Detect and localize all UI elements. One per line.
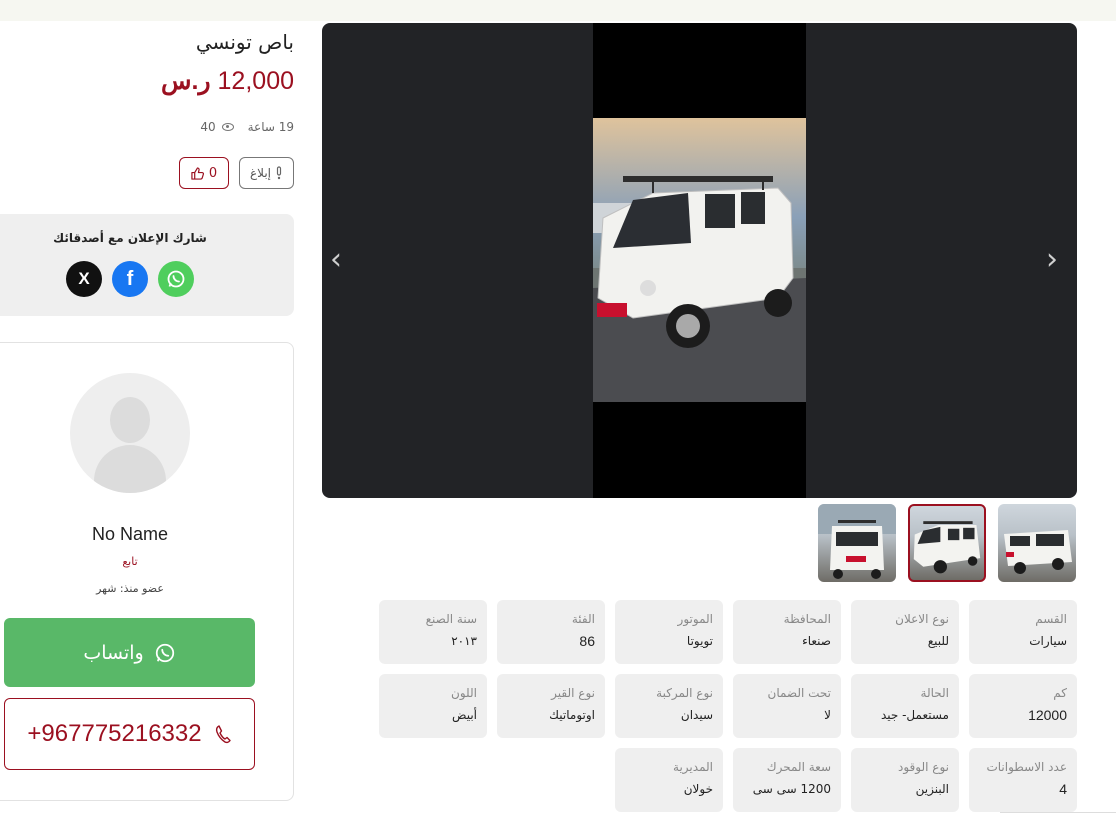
seller-name: No Name: [91, 524, 169, 544]
spec-value: ٢٠١٣: [451, 634, 477, 648]
spec-value: 1200 سى سى: [752, 782, 831, 796]
posted-time: 19 ساعة: [247, 120, 294, 134]
spec-label: نوع الوقود: [898, 760, 949, 774]
spec-value: أبيض: [452, 708, 477, 722]
spec-card: نوع القير اوتوماتيك: [497, 674, 605, 738]
spec-value: تويوتا: [686, 634, 713, 648]
whatsapp-label: واتساب: [83, 641, 144, 664]
eye-icon: [221, 123, 234, 131]
spec-value: 12000: [1028, 707, 1067, 723]
listing-meta: 19 ساعة 40: [200, 120, 294, 134]
spec-card: تحت الضمان لا: [733, 674, 841, 738]
spec-value: صنعاء: [802, 634, 831, 648]
prev-image-button[interactable]: ‹: [330, 245, 354, 275]
spec-label: المديرية: [673, 760, 713, 774]
next-image-button[interactable]: ›: [1046, 245, 1070, 275]
spec-card: الحالة مستعمل- جيد: [851, 674, 959, 738]
spec-card: الفئة 86: [497, 600, 605, 664]
spec-value: اوتوماتيك: [549, 708, 595, 722]
seller-role: تابع: [122, 555, 138, 568]
likes-count: 0: [208, 165, 218, 181]
spec-label: نوع القير: [551, 686, 595, 700]
spec-value: لا: [824, 708, 831, 722]
spec-label: عدد الاسطوانات: [986, 760, 1067, 774]
avatar-head: [110, 397, 150, 443]
x-icon[interactable]: X: [66, 261, 102, 297]
avatar-body: [94, 445, 166, 493]
views-value: 40: [200, 120, 216, 134]
spec-card: القسم سيارات: [969, 600, 1077, 664]
spec-label: الحالة: [920, 686, 949, 700]
spec-card: كم 12000: [969, 674, 1077, 738]
spec-label: سنة الصنع: [425, 612, 477, 626]
report-button[interactable]: إبلاغ: [239, 157, 294, 189]
price-value: 12,000: [217, 67, 294, 95]
seller-member-since: عضو منذ: شهر: [96, 582, 164, 595]
thumbnail-2[interactable]: [908, 504, 986, 582]
spec-value: مستعمل- جيد: [880, 708, 949, 722]
van-photo: [593, 176, 806, 402]
spec-card: نوع الاعلان للبيع: [851, 600, 959, 664]
spec-label: المحافظة: [783, 612, 831, 626]
phone-button[interactable]: +967775216332: [4, 698, 255, 770]
spec-label: الفئة: [571, 612, 595, 626]
thumbnail-1[interactable]: [998, 504, 1076, 582]
phone-number: +967775216332: [27, 720, 202, 747]
spec-card: المديرية خولان: [615, 748, 723, 812]
spec-card: سعة المحرك 1200 سى سى: [733, 748, 841, 812]
spec-value: خولان: [683, 782, 713, 796]
spec-card: الموتور تويوتا: [615, 600, 723, 664]
divider: [1000, 812, 1116, 813]
spec-label: نوع المركبة: [656, 686, 713, 700]
avatar: [70, 373, 190, 493]
thumbnail-3[interactable]: [818, 504, 896, 582]
listing-title: باص تونسي: [195, 30, 294, 54]
spec-card: اللون أبيض: [379, 674, 487, 738]
main-photo: [593, 118, 806, 402]
spec-card: نوع المركبة سيدان: [615, 674, 723, 738]
share-title: شارك الإعلان مع أصدقائك: [53, 231, 207, 245]
spec-value: 4: [1059, 781, 1067, 797]
top-bar: [0, 0, 1116, 21]
spec-label: كم: [1053, 686, 1067, 700]
main-photo-frame: [593, 23, 806, 498]
listing-price: 12,000 ر.س: [161, 66, 294, 96]
spec-label: سعة المحرك: [766, 760, 831, 774]
spec-label: تحت الضمان: [767, 686, 832, 700]
van-thumbnail: [818, 504, 896, 579]
price-currency: ر.س: [161, 67, 211, 95]
spec-label: الموتور: [677, 612, 713, 626]
spec-value: للبيع: [927, 634, 949, 648]
image-gallery[interactable]: ‹ ›: [322, 23, 1077, 498]
spec-card: المحافظة صنعاء: [733, 600, 841, 664]
share-panel: شارك الإعلان مع أصدقائك X f: [0, 214, 294, 316]
views-count: 40: [200, 120, 234, 134]
whatsapp-button[interactable]: واتساب: [4, 618, 255, 687]
spec-value: سيدان: [680, 708, 713, 722]
spec-card: سنة الصنع ٢٠١٣: [379, 600, 487, 664]
facebook-icon[interactable]: f: [112, 261, 148, 297]
phone-icon: [215, 725, 231, 744]
van-thumbnail: [913, 521, 981, 574]
exclamation-icon: [276, 166, 282, 180]
spec-card: عدد الاسطوانات 4: [969, 748, 1077, 812]
spec-value: سيارات: [1029, 634, 1067, 648]
spec-value: 86: [579, 633, 595, 649]
whatsapp-icon[interactable]: [158, 261, 194, 297]
whatsapp-icon: [155, 643, 174, 662]
spec-label: نوع الاعلان: [895, 612, 949, 626]
van-thumbnail: [1004, 530, 1072, 574]
report-label: إبلاغ: [250, 166, 271, 180]
spec-label: اللون: [451, 686, 477, 700]
spec-label: القسم: [1035, 612, 1067, 626]
spec-card: نوع الوقود البنزين: [851, 748, 959, 812]
like-button[interactable]: 0: [179, 157, 229, 189]
spec-value: البنزين: [915, 782, 949, 796]
thumbs-up-icon: [191, 166, 204, 180]
